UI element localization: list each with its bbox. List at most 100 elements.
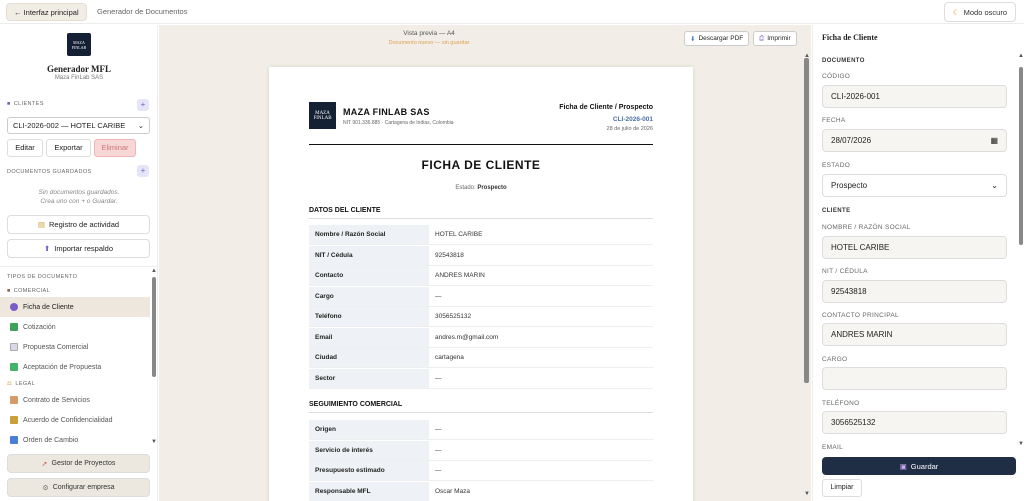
doc-type-orden-cambio[interactable]: Orden de Cambio xyxy=(0,430,150,450)
date-label: FECHA xyxy=(822,117,846,124)
import-backup-button[interactable]: ⬆ Importar respaldo xyxy=(7,239,150,258)
table-row: NIT / Cédula 92543818 xyxy=(309,245,653,266)
back-label: ← Interfaz principal xyxy=(14,7,79,17)
row-key: Contacto xyxy=(309,266,429,285)
configure-company-button[interactable]: ⚙ Configurar empresa xyxy=(7,478,150,497)
contact-value: ANDRES MARIN xyxy=(831,330,893,339)
row-key: Servicio de interés xyxy=(309,440,429,460)
client-select[interactable]: CLI-2026-002 — HOTEL CARIBE ⌄ xyxy=(7,117,150,134)
export-client-button[interactable]: Exportar xyxy=(46,139,91,157)
phone-input[interactable]: 3056525132 xyxy=(822,411,1007,434)
nit-input[interactable]: 92543818 xyxy=(822,280,1007,303)
document-type: Ficha de Cliente / Prospecto xyxy=(559,104,653,111)
delete-client-button[interactable]: Eliminar xyxy=(94,139,136,157)
document-section-label: DOCUMENTO xyxy=(822,58,865,64)
sidebar-scrollbar[interactable] xyxy=(152,277,156,377)
state-select[interactable]: Prospecto ⌄ xyxy=(822,174,1007,197)
print-label: Imprimir xyxy=(767,35,791,42)
download-icon: ⬇ xyxy=(690,35,696,43)
doc-type-label: Aceptación de Propuesta xyxy=(23,363,102,371)
doc-type-propuesta-comercial[interactable]: Propuesta Comercial xyxy=(0,337,150,357)
row-key: Nombre / Razón Social xyxy=(309,225,429,244)
scales-icon: ⚖ xyxy=(7,381,13,387)
legal-label-text: LEGAL xyxy=(15,381,36,387)
row-value: 3056525132 xyxy=(435,313,472,320)
row-value: andres.m@gmail.com xyxy=(435,333,499,341)
download-pdf-button[interactable]: ⬇ Descargar PDF xyxy=(684,31,750,46)
form-title: Ficha de Cliente xyxy=(822,33,878,42)
preview-scrollbar[interactable] xyxy=(804,58,809,383)
table-row: Responsable MFL Oscar Maza xyxy=(309,481,653,501)
row-value: HOTEL CARIBE xyxy=(435,231,483,238)
rocket-icon: ➚ xyxy=(41,460,48,468)
table-row: Contacto ANDRES MARIN xyxy=(309,266,653,286)
nit-label: NIT / CÉDULA xyxy=(822,268,868,275)
document-date: 28 de julio de 2026 xyxy=(606,126,653,132)
doc-type-label: Propuesta Comercial xyxy=(23,343,89,351)
scroll-down-arrow[interactable]: ▼ xyxy=(1018,441,1024,447)
back-to-main-button[interactable]: ← Interfaz principal xyxy=(6,3,87,21)
scroll-up-arrow[interactable]: ▲ xyxy=(151,268,157,274)
document-title: FICHA DE CLIENTE xyxy=(421,158,541,172)
project-manager-button[interactable]: ➚ Gestor de Proyectos xyxy=(7,454,150,473)
scroll-down-arrow[interactable]: ▼ xyxy=(804,491,810,497)
chevron-down-icon: ⌄ xyxy=(137,121,144,130)
save-button[interactable]: ▣ Guardar xyxy=(822,457,1016,475)
comercial-label: ■ COMERCIAL xyxy=(7,288,50,294)
document-company-name: MAZA FINLAB SAS xyxy=(343,107,430,117)
clients-section-label: ■ CLIENTES xyxy=(7,101,44,107)
doc-type-acuerdo-confidencialidad[interactable]: Acuerdo de Confidencialidad xyxy=(0,410,150,430)
gear-icon: ⚙ xyxy=(42,484,49,492)
table-row: Cargo — xyxy=(309,286,653,307)
legal-label: ⚖ LEGAL xyxy=(7,381,35,387)
contract-icon xyxy=(10,396,18,404)
name-input[interactable]: HOTEL CARIBE xyxy=(822,236,1007,259)
state-value: Prospecto xyxy=(831,181,868,190)
add-client-button[interactable]: + xyxy=(137,99,149,111)
print-button[interactable]: ⎙ Imprimir xyxy=(753,31,797,46)
date-input[interactable]: 28/07/2026 ▦ xyxy=(822,129,1007,152)
doc-type-label: Contrato de Servicios xyxy=(23,396,90,404)
row-key: Email xyxy=(309,327,429,347)
phone-label: TELÉFONO xyxy=(822,400,860,407)
doc-type-contrato-servicios[interactable]: Contrato de Servicios xyxy=(0,390,150,410)
doc-type-aceptacion-propuesta[interactable]: Aceptación de Propuesta xyxy=(0,357,150,377)
role-label: CARGO xyxy=(822,356,848,363)
table-row: Teléfono 3056525132 xyxy=(309,307,653,327)
person-icon xyxy=(10,303,18,311)
code-input[interactable]: CLI-2026-001 xyxy=(822,85,1007,108)
doc-type-ficha-cliente[interactable]: Ficha de Cliente xyxy=(0,297,150,317)
table-row: Sector — xyxy=(309,368,653,389)
form-scrollbar[interactable] xyxy=(1019,67,1023,245)
code-value: CLI-2026-001 xyxy=(831,92,880,101)
top-bar: ← Interfaz principal Generador de Docume… xyxy=(0,0,1024,24)
add-document-button[interactable]: + xyxy=(137,165,149,177)
doc-type-cotizacion[interactable]: Cotización xyxy=(0,317,150,337)
form-panel: Ficha de Cliente DOCUMENTO CÓDIGO CLI-20… xyxy=(812,25,1024,501)
doc-type-label: Orden de Cambio xyxy=(23,436,79,444)
activity-log-button[interactable]: ▤ Registro de actividad xyxy=(7,215,150,234)
document-code: CLI-2026-001 xyxy=(612,116,653,123)
lock-icon xyxy=(10,416,18,424)
role-input[interactable] xyxy=(822,367,1007,390)
dark-mode-button[interactable]: ☾ Modo oscuro xyxy=(943,2,1016,22)
row-key: Sector xyxy=(309,368,429,388)
document-types-list: TIPOS DE DOCUMENTO ■ COMERCIAL Ficha de C… xyxy=(0,266,158,471)
document-logo: MAZA FINLAB xyxy=(309,102,336,129)
row-key: Presupuesto estimado xyxy=(309,461,429,480)
client-section-label: CLIENTE xyxy=(822,208,851,214)
dark-mode-label: Modo oscuro xyxy=(963,7,1007,17)
contact-input[interactable]: ANDRES MARIN xyxy=(822,323,1007,346)
edit-client-button[interactable]: Editar xyxy=(7,139,43,157)
row-key: Teléfono xyxy=(309,307,429,326)
scroll-up-arrow[interactable]: ▲ xyxy=(804,53,810,59)
folder-icon: ■ xyxy=(7,101,11,107)
document-company-info: NIT 901.336.885 · Cartagena de Indias, C… xyxy=(343,120,454,126)
calendar-icon[interactable]: ▦ xyxy=(990,136,998,145)
row-value: — xyxy=(435,467,442,474)
scroll-down-arrow[interactable]: ▼ xyxy=(151,439,157,445)
clear-button[interactable]: Limpiar xyxy=(822,479,862,497)
scroll-up-arrow[interactable]: ▲ xyxy=(1018,53,1024,59)
state-label: ESTADO xyxy=(822,162,851,169)
document-status: Estado: Prospecto xyxy=(269,185,693,191)
